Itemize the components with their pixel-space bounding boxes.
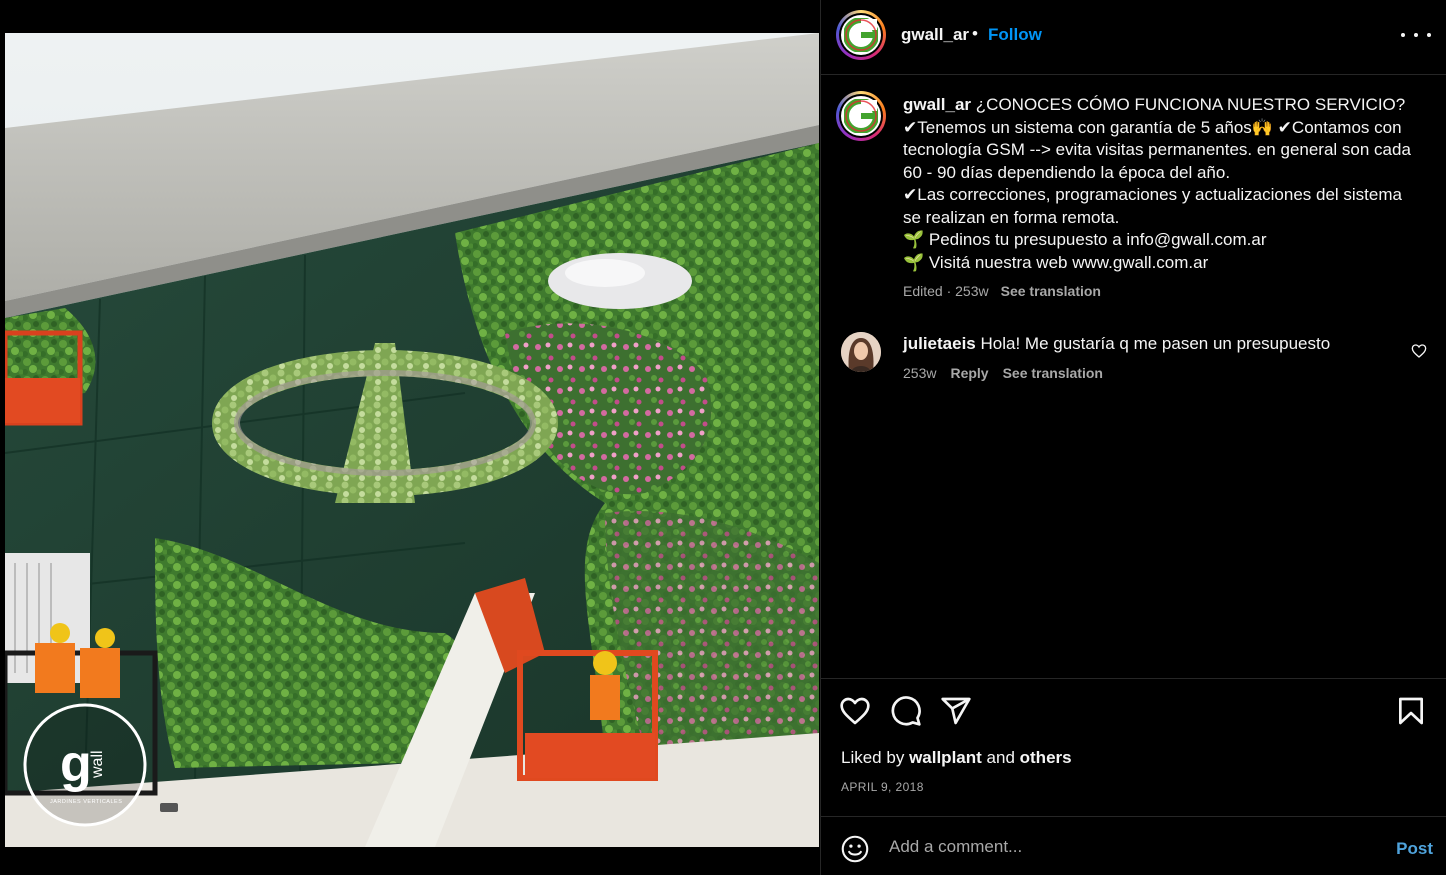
add-comment-bar: Post xyxy=(821,816,1446,875)
post-header: gwall_ar • Follow xyxy=(821,0,1446,75)
post-date[interactable]: APRIL 9, 2018 xyxy=(841,780,924,794)
profile-avatar[interactable] xyxy=(836,10,886,60)
caption-username[interactable]: gwall_ar xyxy=(903,95,971,114)
caption-see-translation[interactable]: See translation xyxy=(1001,283,1101,299)
liked-by-user[interactable]: wallplant xyxy=(909,748,982,767)
heart-icon[interactable] xyxy=(839,695,871,727)
gwall-logo-icon xyxy=(844,99,878,133)
liked-by: Liked by wallplant and others xyxy=(841,748,1072,768)
header-username[interactable]: gwall_ar xyxy=(901,25,969,45)
post-image[interactable]: g wall JARDINES VERTICALES xyxy=(5,33,819,847)
share-icon[interactable] xyxy=(940,695,972,727)
comment-meta: 253w Reply See translation xyxy=(903,365,1117,381)
comment-heart-icon[interactable] xyxy=(1411,343,1427,359)
comment-icon[interactable] xyxy=(890,695,922,727)
liked-by-conj: and xyxy=(986,748,1015,767)
bookmark-icon[interactable] xyxy=(1395,695,1427,727)
post-caption: gwall_ar ¿CONOCES CÓMO FUNCIONA NUESTRO … xyxy=(903,94,1423,274)
comment-time: 253w xyxy=(903,365,937,381)
commenter-username[interactable]: julietaeis xyxy=(903,334,976,353)
caption-avatar[interactable] xyxy=(836,91,886,141)
reply-button[interactable]: Reply xyxy=(950,365,988,381)
comment-see-translation[interactable]: See translation xyxy=(1003,365,1103,381)
comment-text: Hola! Me gustaría q me pasen un presupue… xyxy=(980,334,1331,353)
separator-dot: • xyxy=(972,24,978,43)
caption-text: ¿CONOCES CÓMO FUNCIONA NUESTRO SERVICIO?… xyxy=(903,95,1411,272)
gwall-logo-icon xyxy=(844,18,878,52)
watermark-logo-wall: wall xyxy=(89,750,106,779)
liked-by-prefix: Liked by xyxy=(841,748,905,767)
post-comment-button[interactable]: Post xyxy=(1396,839,1433,859)
watermark-caption: JARDINES VERTICALES xyxy=(50,799,122,805)
post-actions: Liked by wallplant and others APRIL 9, 2… xyxy=(821,678,1446,816)
person-avatar-icon xyxy=(841,332,881,372)
edited-time: Edited · 253w xyxy=(903,283,989,299)
comment-input[interactable] xyxy=(889,831,1369,863)
caption-meta: Edited · 253w See translation xyxy=(903,283,1101,299)
watermark-logo-g: g xyxy=(60,735,92,793)
commenter-avatar[interactable] xyxy=(841,332,881,372)
comment-body: julietaeis Hola! Me gustaría q me pasen … xyxy=(903,333,1383,355)
more-options-icon[interactable] xyxy=(1401,22,1431,48)
follow-button[interactable]: Follow xyxy=(988,25,1042,45)
emoji-icon[interactable] xyxy=(841,835,869,863)
green-wall-photo: g wall JARDINES VERTICALES xyxy=(5,33,819,847)
post-detail-panel: gwall_ar • Follow gwall_ar ¿CONOCES CÓMO… xyxy=(820,0,1446,875)
liked-by-others[interactable]: others xyxy=(1020,748,1072,767)
